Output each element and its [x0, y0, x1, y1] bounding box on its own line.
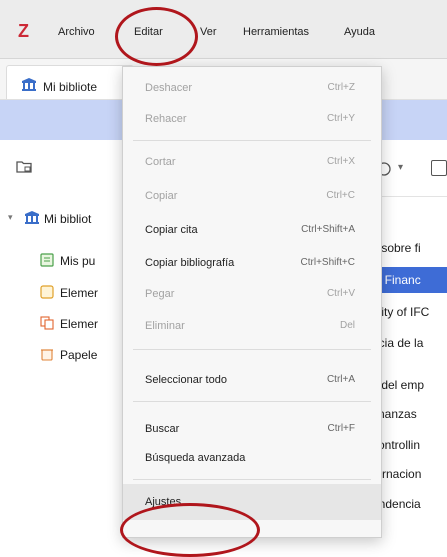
menu-item-copy[interactable]: Copiar Ctrl+C [123, 183, 381, 209]
trash-icon [41, 349, 53, 361]
menu-item-delete[interactable]: Eliminar Del [123, 313, 381, 339]
library-icon [22, 78, 36, 91]
menu-ayuda[interactable]: Ayuda [344, 26, 375, 38]
tree-item-trash[interactable]: Papele [60, 348, 97, 362]
publications-icon [40, 253, 54, 267]
menu-item-advanced-search[interactable]: Búsqueda avanzada [123, 445, 381, 471]
tab-my-library[interactable]: Mi bibliote [6, 65, 134, 99]
menu-item-copy-bibliography[interactable]: Copiar bibliografía Ctrl+Shift+C [123, 250, 381, 276]
tree-item-my-library[interactable]: Mi bibliot [44, 212, 91, 226]
menu-item-copy-citation[interactable]: Copiar cita Ctrl+Shift+A [123, 217, 381, 243]
menu-separator [133, 401, 371, 402]
library-icon [25, 211, 39, 224]
menu-editar[interactable]: Editar [134, 26, 163, 38]
menu-item-redo[interactable]: Rehacer Ctrl+Y [123, 106, 381, 132]
menu-item-cut[interactable]: Cortar Ctrl+X [123, 149, 381, 175]
menu-bar: Z Archivo Editar Ver Herramientas Ayuda [0, 0, 447, 59]
tree-item-my-publications[interactable]: Mis pu [60, 254, 95, 268]
new-collection-icon[interactable] [16, 158, 32, 174]
menu-separator [133, 140, 371, 141]
zotero-window: Z Archivo Editar Ver Herramientas Ayuda … [0, 0, 447, 557]
tree-expand-chevron-icon[interactable]: ▾ [8, 212, 13, 223]
tree-item-duplicates[interactable]: Elemer [60, 317, 98, 331]
menu-item-settings[interactable]: Ajustes [123, 484, 381, 520]
menu-ver[interactable]: Ver [200, 26, 217, 38]
menu-item-find[interactable]: Buscar Ctrl+F [123, 416, 381, 442]
menu-item-paste[interactable]: Pegar Ctrl+V [123, 281, 381, 307]
menu-herramientas[interactable]: Herramientas [243, 26, 309, 38]
zotero-logo-icon: Z [18, 21, 29, 41]
note-icon[interactable] [431, 160, 447, 176]
unfiled-items-icon [40, 285, 54, 299]
menu-archivo[interactable]: Archivo [58, 26, 95, 38]
menu-item-select-all[interactable]: Seleccionar todo Ctrl+A [123, 367, 381, 393]
menu-separator [133, 479, 371, 480]
chevron-down-icon[interactable]: ▾ [398, 162, 403, 173]
edit-menu-dropdown: Deshacer Ctrl+Z Rehacer Ctrl+Y Cortar Ct… [122, 66, 382, 538]
menu-separator [133, 349, 371, 350]
tree-item-unfiled[interactable]: Elemer [60, 286, 98, 300]
menu-item-undo[interactable]: Deshacer Ctrl+Z [123, 75, 381, 101]
duplicate-items-icon [40, 316, 54, 330]
tab-label: Mi bibliote [43, 80, 98, 94]
